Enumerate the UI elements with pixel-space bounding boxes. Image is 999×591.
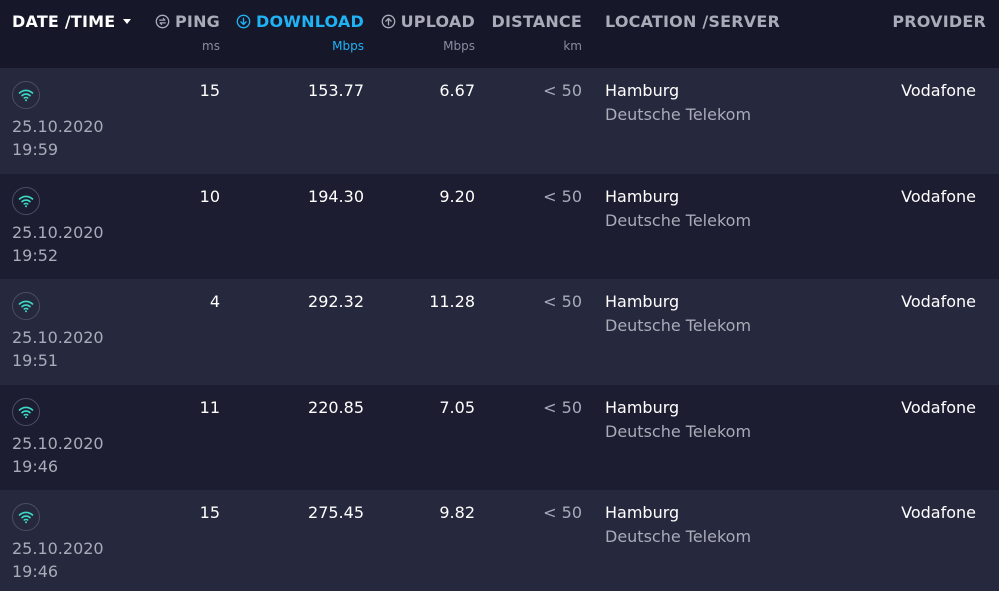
distance-value: < 50 <box>543 503 582 523</box>
result-date: 25.10.2020 <box>12 222 104 242</box>
table-row[interactable]: 25.10.2020 19:46 11 220.85 7.05 < 50 Ham… <box>0 384 999 491</box>
wifi-icon <box>12 292 40 321</box>
upload-unit: Mbps <box>443 39 475 53</box>
table-header: DATE /TIME PING DOWNLOAD UPLOAD DISTANCE… <box>0 0 999 68</box>
download-header-label: DOWNLOAD <box>256 12 364 31</box>
wifi-icon <box>12 397 40 426</box>
distance-value: < 50 <box>543 397 582 417</box>
result-time: 19:52 <box>12 245 59 265</box>
upload-value: 9.20 <box>439 186 475 206</box>
distance-value: < 50 <box>543 81 582 100</box>
table-row[interactable]: 25.10.2020 19:46 15 275.45 9.82 < 50 Ham… <box>0 490 999 591</box>
table-row[interactable]: 25.10.2020 19:51 4 292.32 11.28 < 50 Ham… <box>0 279 999 385</box>
result-time: 19:46 <box>12 562 59 582</box>
wifi-icon <box>12 81 40 109</box>
provider-value: Vodafone <box>901 503 976 523</box>
table-row[interactable]: 25.10.2020 19:52 10 194.30 9.20 < 50 Ham… <box>0 173 999 280</box>
download-value: 194.30 <box>308 186 364 206</box>
result-date: 25.10.2020 <box>12 328 104 348</box>
result-date: 25.10.2020 <box>12 117 104 136</box>
ping-value: 4 <box>209 292 220 312</box>
ping-value: 10 <box>199 186 220 206</box>
sort-location-server-header[interactable]: LOCATION /SERVER <box>605 12 780 31</box>
results-table: DATE /TIME PING DOWNLOAD UPLOAD DISTANCE… <box>0 0 999 591</box>
location-value: Hamburg <box>605 397 680 417</box>
sort-provider-header[interactable]: PROVIDER <box>892 12 986 31</box>
server-value: Deutsche Telekom <box>605 421 752 441</box>
result-time: 19:59 <box>12 140 59 159</box>
download-value: 275.45 <box>308 503 364 523</box>
download-value: 292.32 <box>308 292 364 312</box>
table-row[interactable]: 25.10.2020 19:59 15 153.77 6.67 < 50 Ham… <box>0 68 999 174</box>
provider-value: Vodafone <box>901 397 976 417</box>
sort-caret-down-icon <box>123 19 132 24</box>
upload-arrow-icon <box>381 14 396 33</box>
distance-value: < 50 <box>543 186 582 206</box>
sort-date-time-header[interactable]: DATE /TIME <box>12 12 132 31</box>
distance-value: < 50 <box>543 292 582 312</box>
upload-value: 11.28 <box>429 292 475 312</box>
server-value: Deutsche Telekom <box>605 527 752 547</box>
ping-value: 15 <box>199 503 220 523</box>
server-value: Deutsche Telekom <box>605 105 752 124</box>
ping-value: 11 <box>199 397 220 417</box>
ping-header-label: PING <box>174 12 220 31</box>
ping-value: 15 <box>199 81 220 100</box>
download-value: 220.85 <box>308 397 364 417</box>
distance-unit: km <box>563 39 582 53</box>
upload-value: 7.05 <box>439 397 475 417</box>
download-value: 153.77 <box>308 81 364 100</box>
wifi-icon <box>12 186 40 215</box>
ping-unit: ms <box>202 39 220 53</box>
result-date: 25.10.2020 <box>12 433 104 453</box>
location-value: Hamburg <box>605 81 680 100</box>
location-value: Hamburg <box>605 186 680 206</box>
upload-value: 9.82 <box>439 503 475 523</box>
download-arrow-icon <box>236 14 251 33</box>
server-value: Deutsche Telekom <box>605 316 752 336</box>
server-value: Deutsche Telekom <box>605 210 752 230</box>
location-value: Hamburg <box>605 292 680 312</box>
wifi-icon <box>12 503 40 532</box>
provider-value: Vodafone <box>901 292 976 312</box>
upload-header-label: UPLOAD <box>400 12 475 31</box>
sort-distance-header[interactable]: DISTANCE <box>492 12 582 31</box>
sort-upload-header[interactable]: UPLOAD <box>381 12 475 33</box>
download-unit: Mbps <box>332 39 364 53</box>
provider-value: Vodafone <box>901 81 976 100</box>
result-time: 19:51 <box>12 351 59 371</box>
ping-icon <box>155 14 170 33</box>
provider-value: Vodafone <box>901 186 976 206</box>
upload-value: 6.67 <box>439 81 475 100</box>
result-time: 19:46 <box>12 456 59 476</box>
date-time-header-label: DATE /TIME <box>12 12 116 31</box>
sort-ping-header[interactable]: PING <box>155 12 220 33</box>
result-date: 25.10.2020 <box>12 539 104 559</box>
location-value: Hamburg <box>605 503 680 523</box>
sort-download-header[interactable]: DOWNLOAD <box>236 12 364 33</box>
